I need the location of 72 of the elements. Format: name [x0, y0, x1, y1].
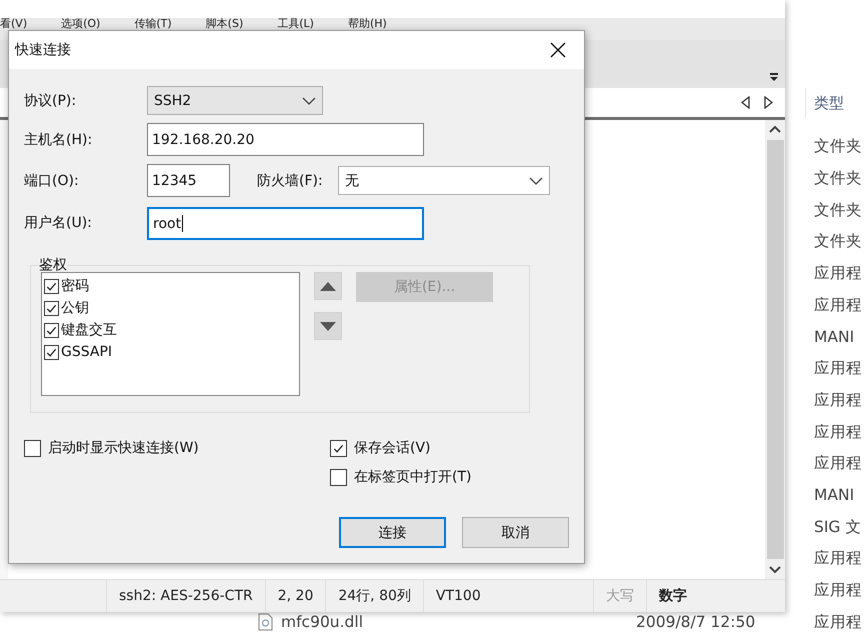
dropdown-icon[interactable] [769, 72, 779, 82]
input-field[interactable]: 192.168.20.20 [147, 123, 424, 156]
file-type: 应用程 [814, 422, 862, 443]
column-header[interactable]: 类型 [814, 94, 844, 112]
field-label: 主机名(H): [24, 130, 94, 148]
close-icon[interactable] [550, 42, 566, 58]
chevron-down-icon [302, 96, 316, 104]
file-type: 文件夹 [814, 200, 862, 221]
connect-button[interactable]: 连接 [339, 517, 446, 548]
menu-item[interactable]: 看(V) [0, 18, 28, 29]
menu-item[interactable]: 脚本(S) [206, 18, 244, 29]
menu-item[interactable]: 传输(T) [134, 18, 172, 29]
file-type: 文件夹 [814, 136, 862, 158]
checkbox[interactable] [24, 440, 41, 456]
auth-method[interactable]: 密码 [61, 277, 89, 295]
input-field[interactable]: 12345 [147, 164, 230, 197]
field-label: 协议(P): [24, 92, 78, 110]
dropdown[interactable]: 无 [338, 166, 550, 195]
checkbox[interactable] [44, 278, 59, 294]
scroll-right-icon[interactable] [764, 96, 773, 109]
scroll-left-icon[interactable] [741, 96, 750, 109]
cancel-button[interactable]: 取消 [462, 517, 569, 548]
file-type: MANI [814, 328, 854, 346]
auth-list[interactable]: 密码 公钥 键盘交互 GSSAPI [41, 272, 300, 396]
checkbox[interactable] [44, 344, 59, 360]
checkbox-label[interactable]: 在标签页中打开(T) [354, 468, 472, 486]
input-field[interactable]: root [147, 207, 424, 240]
status-field: 2, 20 [264, 580, 326, 612]
status-field: 24行, 80列 [325, 580, 423, 612]
menu-item[interactable]: 帮助(H) [348, 18, 387, 29]
checkbox[interactable] [44, 322, 59, 338]
field-label: 防火墙(F): [257, 172, 324, 190]
chevron-down-icon [529, 176, 543, 184]
checkbox-label[interactable]: 启动时显示快速连接(W) [48, 439, 199, 457]
file-name[interactable]: mfc90u.dll [281, 613, 364, 632]
move-down-button[interactable] [314, 312, 342, 340]
dialog-title: 快速连接 [15, 41, 71, 59]
auth-method[interactable]: 公钥 [61, 299, 89, 317]
file-type: 文件夹 [814, 168, 862, 190]
status-field: 数字 [646, 580, 699, 612]
checkbox[interactable] [44, 300, 59, 316]
auth-method[interactable]: GSSAPI [61, 344, 112, 360]
file-type: 应用程 [814, 612, 862, 633]
checkbox[interactable] [330, 440, 347, 456]
file-type: 应用程 [814, 580, 862, 601]
file-type: MANI [814, 486, 854, 504]
file-type: 应用程 [814, 358, 862, 380]
field-label: 用户名(U): [24, 214, 93, 232]
group-title: 鉴权 [39, 256, 67, 274]
checkbox[interactable] [330, 468, 347, 486]
status-field: VT100 [422, 580, 493, 612]
status-field: ssh2: AES-256-CTR [106, 580, 265, 612]
file-type: 应用程 [814, 263, 862, 284]
auth-method[interactable]: 键盘交互 [61, 321, 117, 339]
checkbox-label[interactable]: 保存会话(V) [354, 439, 431, 457]
file-type: 应用程 [814, 548, 862, 570]
file-type: 应用程 [814, 294, 862, 316]
file-type: SIG 文 [814, 516, 862, 538]
menu-item[interactable]: 选项(O) [61, 18, 100, 29]
status-field: 大写 [592, 580, 646, 612]
dropdown[interactable]: SSH2 [147, 86, 323, 115]
file-type: 应用程 [814, 390, 862, 411]
menu-item[interactable]: 工具(L) [277, 18, 314, 29]
file-type: 应用程 [814, 453, 862, 474]
file-icon [258, 613, 273, 632]
up-triangle-icon [320, 282, 336, 290]
field-label: 端口(O): [24, 172, 80, 190]
move-up-button[interactable] [314, 272, 342, 300]
down-triangle-icon [320, 322, 336, 330]
file-type: 文件夹 [814, 231, 862, 252]
file-date: 2009/8/7 12:50 [636, 613, 756, 632]
scrollbar[interactable] [765, 120, 785, 579]
